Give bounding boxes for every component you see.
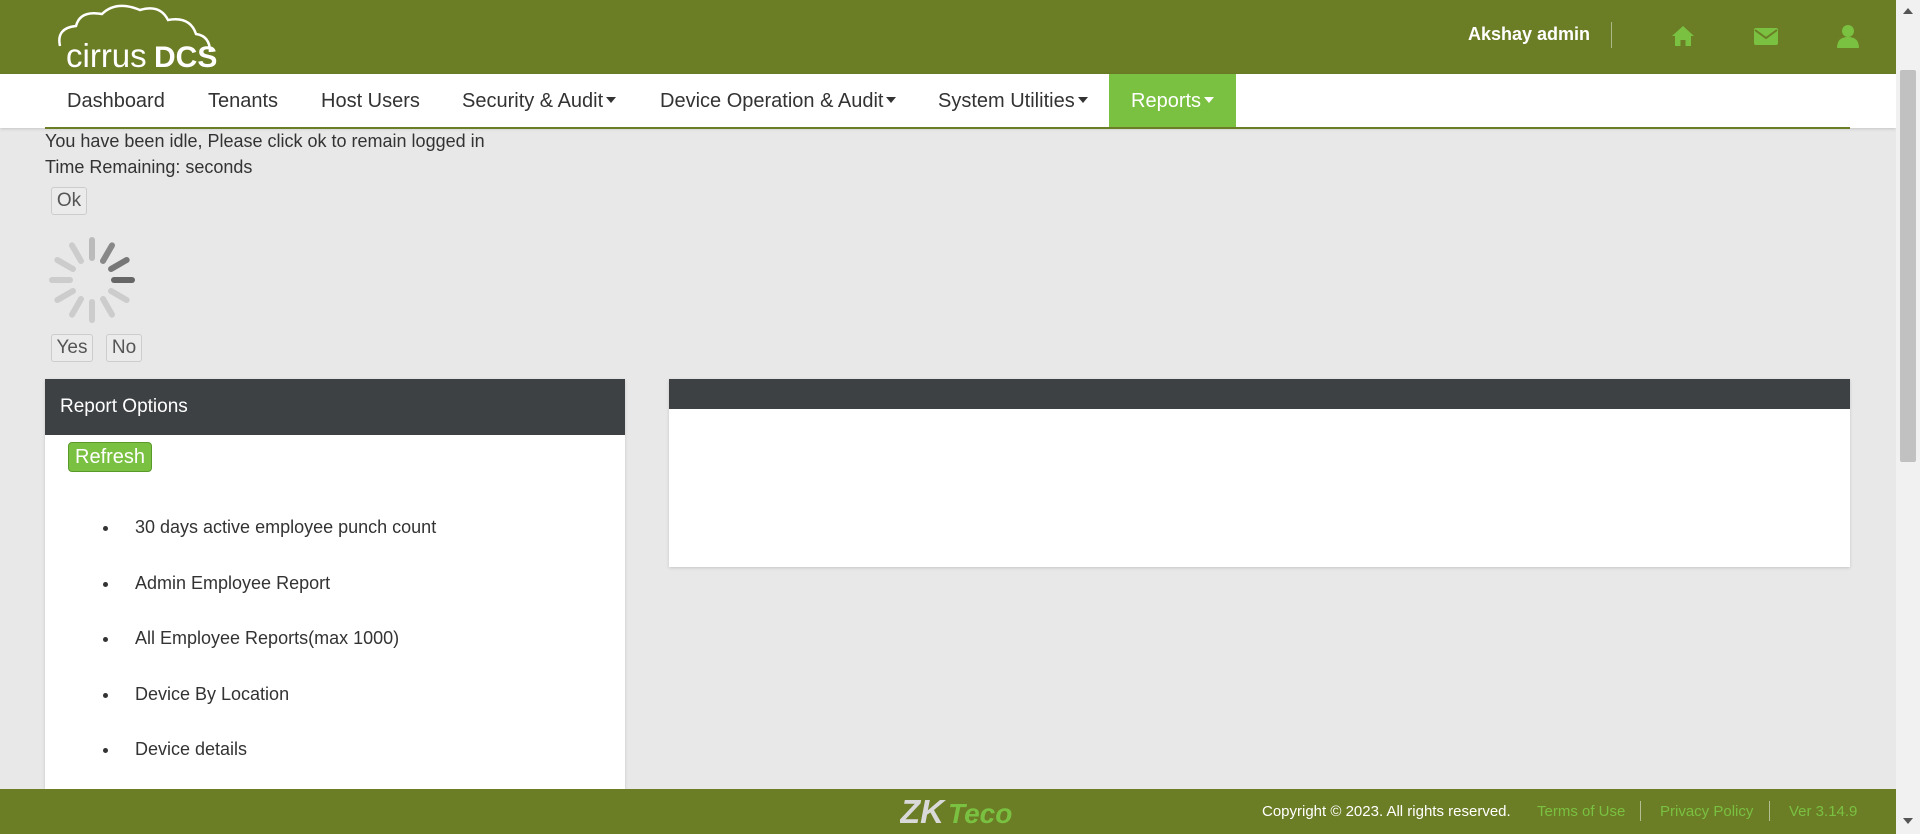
nav-device-operation-audit[interactable]: Device Operation & Audit [660, 74, 897, 128]
nav-dashboard[interactable]: Dashboard [67, 74, 165, 128]
terms-link[interactable]: Terms of Use [1537, 803, 1625, 820]
zkteco-logo: ZK Teco [899, 793, 1024, 830]
list-bullet [103, 582, 108, 587]
logo-text-bold: DCS [154, 41, 217, 72]
list-bullet [103, 748, 108, 753]
report-options-title: Report Options [45, 379, 625, 435]
main-nav: Dashboard Tenants Host Users Security & … [0, 74, 1896, 128]
report-viewer-panel [669, 379, 1850, 567]
nav-reports-label: Reports [1131, 90, 1202, 112]
report-viewer-header [669, 379, 1850, 409]
brand-zk: ZK [900, 795, 946, 829]
list-bullet [103, 526, 108, 531]
privacy-link[interactable]: Privacy Policy [1660, 803, 1753, 820]
user-icon[interactable] [1834, 22, 1862, 50]
top-header: cirrus DCS Akshay admin [0, 0, 1896, 74]
list-bullet [103, 693, 108, 698]
report-item[interactable]: Device details [135, 739, 247, 760]
nav-system-utilities-label: System Utilities [938, 90, 1075, 112]
nav-security-audit[interactable]: Security & Audit [462, 74, 617, 128]
envelope-icon[interactable] [1752, 22, 1780, 50]
caret-down-icon [606, 96, 617, 103]
scroll-thumb[interactable] [1900, 70, 1916, 462]
caret-down-icon [886, 96, 897, 103]
report-item[interactable]: All Employee Reports(max 1000) [135, 628, 399, 649]
nav-tenants-label: Tenants [208, 90, 279, 112]
idle-message: You have been idle, Please click ok to r… [45, 131, 485, 151]
yes-button[interactable]: Yes [51, 334, 93, 362]
footer: ZK Teco Copyright © 2023. All rights res… [0, 789, 1896, 834]
caret-down-icon [1204, 96, 1215, 103]
home-icon[interactable] [1669, 22, 1697, 50]
no-button[interactable]: No [106, 334, 142, 362]
report-item[interactable]: Admin Employee Report [135, 573, 330, 594]
cirrus-dcs-logo[interactable]: cirrus DCS [50, 4, 220, 72]
scroll-up-icon[interactable] [1903, 8, 1913, 14]
time-remaining: Time Remaining: seconds [45, 157, 253, 177]
nav-tenants[interactable]: Tenants [208, 74, 278, 128]
loading-spinner-icon [42, 230, 142, 330]
nav-host-users-label: Host Users [321, 90, 420, 112]
report-item[interactable]: 30 days active employee punch count [135, 517, 436, 538]
scroll-down-icon[interactable] [1903, 818, 1913, 824]
nav-dashboard-label: Dashboard [67, 90, 165, 112]
header-divider [1611, 22, 1612, 48]
nav-host-users[interactable]: Host Users [321, 74, 420, 128]
nav-security-audit-label: Security & Audit [462, 90, 604, 112]
user-name[interactable]: Akshay admin [1468, 24, 1590, 45]
ok-button[interactable]: Ok [51, 187, 87, 215]
footer-divider [1640, 801, 1641, 821]
report-options-panel: Report Options Refresh 30 days active em… [45, 379, 625, 789]
nav-reports[interactable]: Reports [1109, 74, 1237, 128]
nav-device-operation-audit-label: Device Operation & Audit [660, 90, 884, 112]
brand-teco: Teco [948, 798, 1012, 829]
report-item[interactable]: Device By Location [135, 684, 289, 705]
version-text: Ver 3.14.9 [1789, 803, 1858, 820]
page-scrollbar[interactable] [1896, 0, 1920, 834]
list-bullet [103, 637, 108, 642]
copyright-text: Copyright © 2023. All rights reserved. [1262, 803, 1511, 820]
nav-system-utilities[interactable]: System Utilities [938, 74, 1088, 128]
logo-text-light: cirrus [66, 37, 147, 72]
footer-divider [1769, 801, 1770, 821]
caret-down-icon [1077, 96, 1088, 103]
nav-underline [45, 127, 1850, 129]
refresh-button[interactable]: Refresh [68, 442, 153, 472]
